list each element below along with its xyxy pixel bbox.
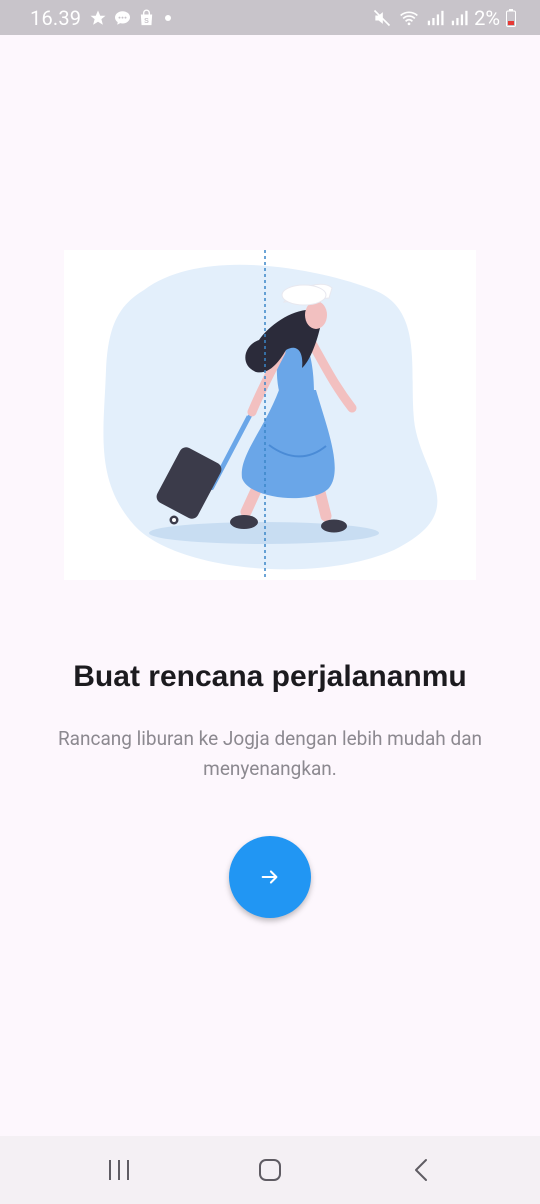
status-bar: 16.39 S 2%: [0, 0, 540, 35]
back-icon: [415, 1159, 427, 1181]
home-icon: [259, 1159, 281, 1181]
onboarding-illustration: [64, 250, 476, 580]
mute-icon: [374, 9, 391, 26]
chat-icon: [115, 10, 131, 25]
signal-icon: [451, 10, 468, 25]
next-button[interactable]: [229, 836, 311, 918]
system-navigation-bar: [0, 1136, 540, 1204]
status-system-icons: 2%: [372, 6, 540, 30]
dot-icon: [165, 14, 172, 21]
home-button[interactable]: [230, 1136, 310, 1204]
battery-icon: [506, 8, 516, 27]
recent-apps-button[interactable]: [79, 1136, 159, 1204]
signal-icon: [427, 10, 444, 25]
recent-apps-icon: [109, 1160, 129, 1180]
svg-text:S: S: [144, 16, 149, 24]
back-button[interactable]: [381, 1136, 461, 1204]
woman-traveling-with-suitcase-illustration: [103, 250, 438, 580]
arrow-right-icon: [261, 870, 278, 884]
onboarding-title: Buat rencana perjalananmu: [73, 660, 467, 693]
battery-level: 2%: [474, 5, 500, 30]
shopping-bag-icon: S: [141, 9, 153, 25]
status-notification-icons: S: [89, 9, 175, 27]
wifi-icon: [400, 11, 418, 25]
onboarding-description: Rancang liburan ke Jogja dengan lebih mu…: [57, 727, 483, 780]
status-time: 16.39: [30, 5, 82, 30]
star-icon: [90, 10, 106, 25]
